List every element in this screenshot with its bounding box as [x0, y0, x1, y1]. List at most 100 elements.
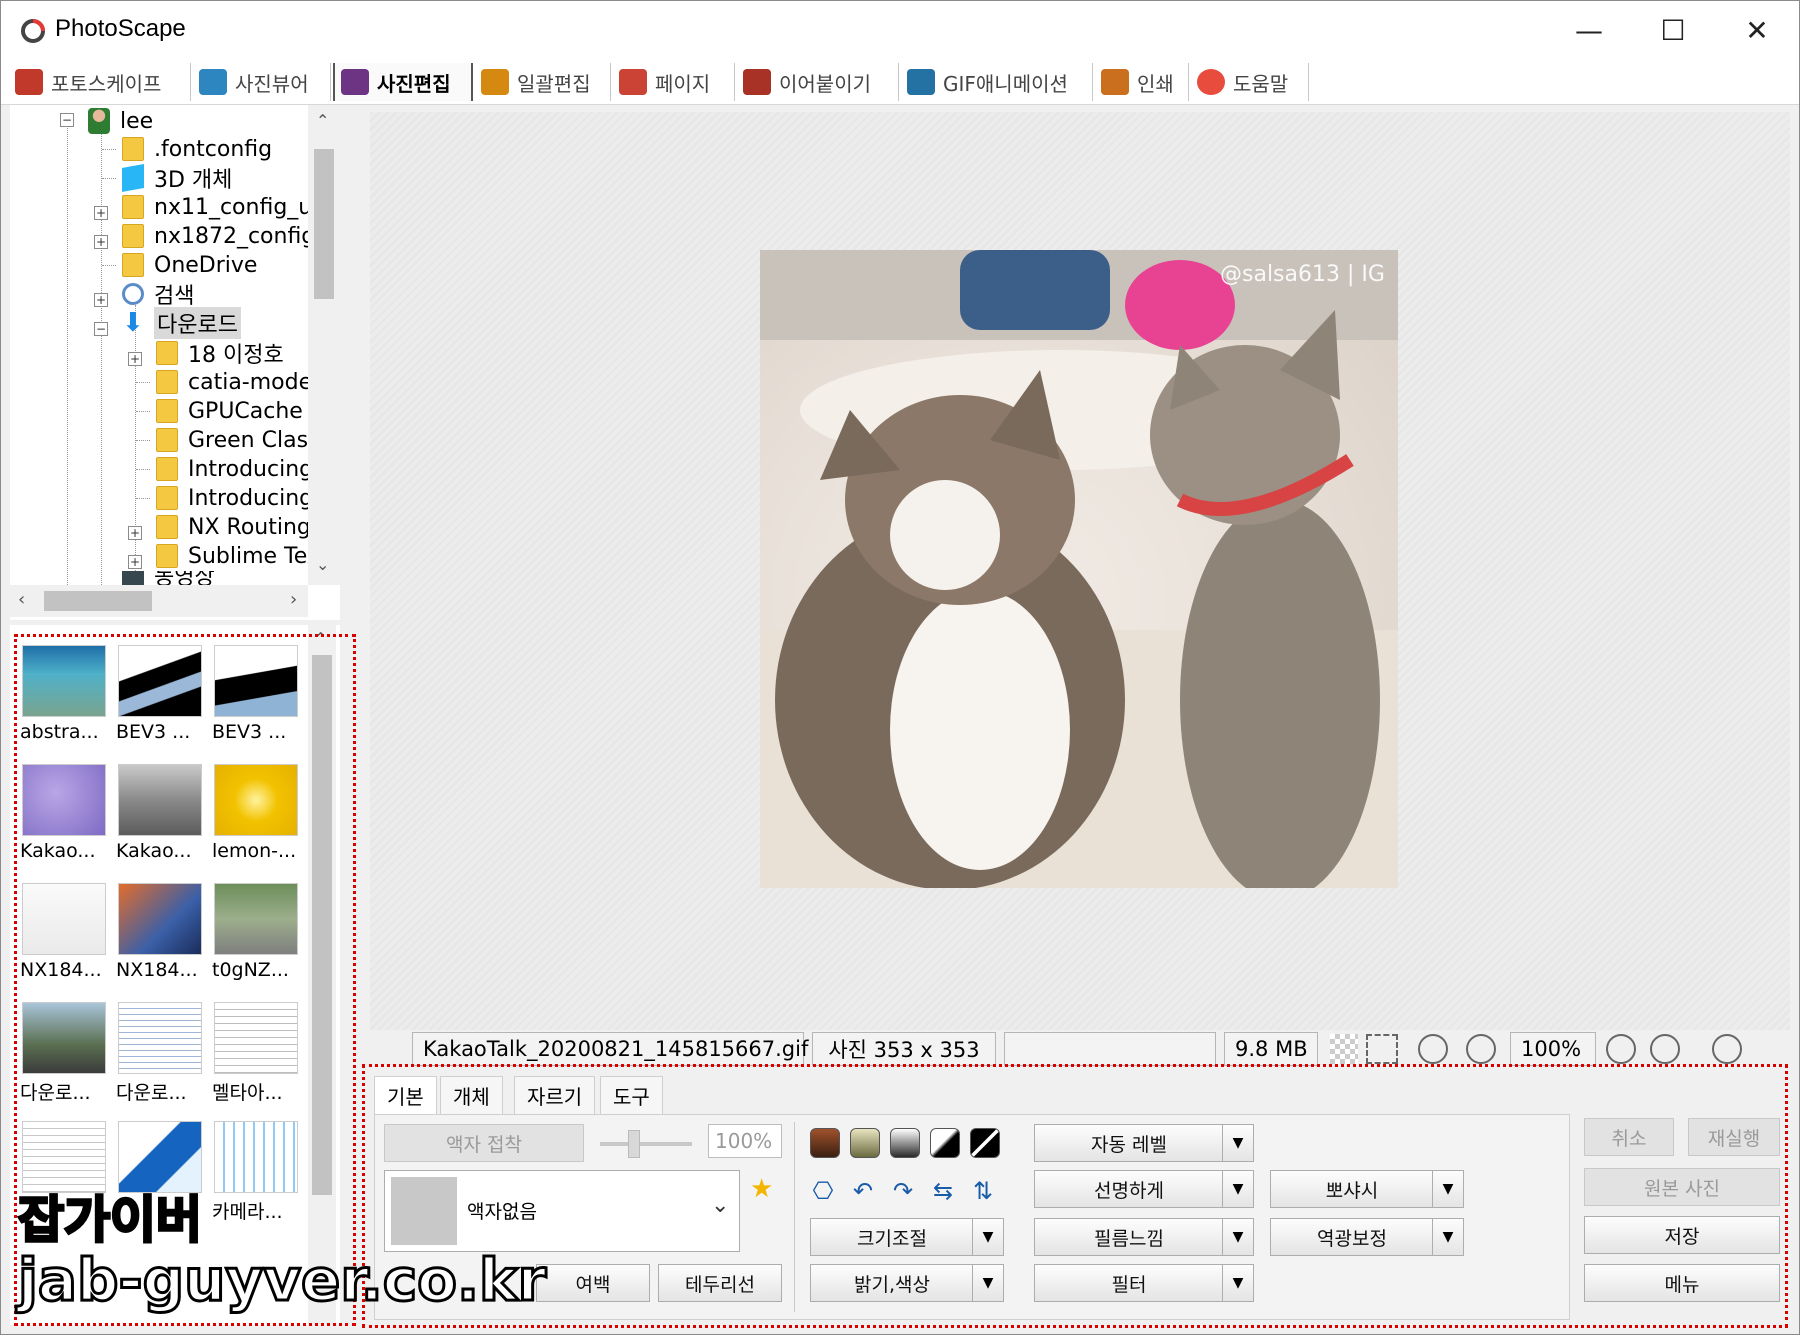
editor-icon — [341, 69, 369, 95]
viewer-icon — [199, 69, 227, 95]
tab-combine[interactable]: 이어붙이기 — [737, 63, 899, 101]
collapse-icon[interactable]: − — [60, 113, 74, 127]
tree-line — [101, 125, 102, 605]
tab-editor[interactable]: 사진편집 — [333, 63, 473, 101]
tree-node[interactable]: 3D 개체 — [122, 164, 233, 193]
tree-label: Green Classi — [188, 427, 326, 453]
help-icon — [1197, 69, 1225, 95]
tree-node-partial[interactable]: 동영상 — [122, 571, 215, 585]
tab-viewer[interactable]: 사진뷰어 — [193, 63, 331, 101]
status-empty — [1004, 1032, 1216, 1066]
tab-help[interactable]: 도움말 — [1191, 63, 1309, 101]
folder-icon — [122, 137, 144, 161]
scroll-left-icon[interactable]: ‹ — [18, 589, 25, 610]
tab-label: 도움말 — [1233, 71, 1289, 96]
scroll-up-icon[interactable]: ⌃ — [316, 111, 329, 130]
tree-node[interactable]: 검색 — [122, 280, 195, 309]
minimize-button[interactable]: — — [1547, 1, 1631, 59]
tree-node-downloads[interactable]: ⬇ 다운로드 — [122, 307, 241, 339]
tab-label: 인쇄 — [1137, 71, 1174, 96]
tab-label: 일괄편집 — [517, 71, 591, 96]
expand-icon[interactable]: + — [128, 526, 142, 540]
tree-node[interactable]: NX Routing_ — [156, 513, 322, 541]
tree-label: 3D 개체 — [154, 168, 233, 193]
folder-icon — [156, 457, 178, 481]
tree-label: .fontconfig — [154, 136, 273, 162]
scroll-right-icon[interactable]: › — [290, 589, 297, 610]
tree-line — [136, 382, 150, 383]
search-icon — [122, 283, 144, 305]
scroll-thumb[interactable] — [314, 149, 334, 299]
transparency-icon[interactable] — [1330, 1034, 1358, 1064]
expand-icon[interactable]: + — [94, 235, 108, 249]
fit-screen-icon[interactable] — [1366, 1034, 1398, 1064]
gif-icon — [907, 69, 935, 95]
folder-icon — [122, 224, 144, 248]
collapse-icon[interactable]: − — [94, 322, 108, 336]
highlight-editor-area — [362, 1064, 1788, 1328]
actual-size-icon[interactable] — [1418, 1034, 1448, 1064]
expand-icon[interactable]: + — [94, 293, 108, 307]
print-icon — [1101, 69, 1129, 95]
expand-icon[interactable]: + — [94, 206, 108, 220]
tree-label: Introducing — [188, 485, 314, 511]
tree-node[interactable]: nx11_config_us — [122, 193, 324, 221]
status-dimensions: 사진 353 x 353 — [812, 1032, 996, 1066]
photoscape-icon — [15, 69, 43, 95]
folder-icon — [156, 544, 178, 568]
expand-icon[interactable]: + — [128, 555, 142, 569]
photo-image[interactable]: @salsa613 | IG — [760, 250, 1398, 888]
scroll-down-icon[interactable]: ⌄ — [316, 555, 329, 574]
user-icon — [88, 108, 110, 134]
tab-label: GIF애니메이션 — [943, 71, 1068, 96]
tree-node[interactable]: OneDrive — [122, 251, 257, 279]
tab-gif[interactable]: GIF애니메이션 — [901, 63, 1093, 101]
scroll-thumb[interactable] — [44, 591, 152, 611]
tab-label: 포토스케이프 — [51, 71, 162, 96]
tree-line — [67, 125, 68, 605]
expand-icon[interactable]: + — [128, 352, 142, 366]
tree-node[interactable]: Sublime Tex — [156, 542, 320, 570]
module-tab-bar: 포토스케이프 사진뷰어 사진편집 일괄편집 페이지 이어붙이기 GIF애니메이션… — [1, 59, 1799, 105]
zoom-in-icon[interactable] — [1606, 1034, 1636, 1064]
tree-label: OneDrive — [154, 252, 258, 278]
tree-label: nx11_config_us — [154, 194, 324, 220]
tree-vertical-scrollbar[interactable]: ⌃ ⌄ — [308, 105, 340, 585]
tab-label: 사진편집 — [377, 71, 451, 96]
tree-label: NX Routing_ — [188, 514, 322, 540]
tree-label: 검색 — [154, 284, 195, 309]
tree-line — [102, 265, 116, 266]
tab-print[interactable]: 인쇄 — [1095, 63, 1189, 101]
tree-line — [135, 305, 136, 595]
tree-node[interactable]: nx1872_config_ — [122, 222, 326, 250]
zoom-fit-icon[interactable] — [1466, 1034, 1496, 1064]
zoom-out-icon[interactable] — [1650, 1034, 1680, 1064]
tree-node-root[interactable]: lee — [88, 107, 153, 135]
status-filesize: 9.8 MB — [1224, 1032, 1318, 1066]
tree-node[interactable]: .fontconfig — [122, 135, 272, 163]
tree-node[interactable]: GPUCache — [156, 397, 303, 425]
tab-photoscape[interactable]: 포토스케이프 — [9, 63, 191, 101]
tree-line — [102, 178, 116, 179]
tree-line — [102, 149, 116, 150]
tab-batch[interactable]: 일괄편집 — [475, 63, 611, 101]
tree-node[interactable]: catia-model- — [156, 368, 326, 396]
folder-icon — [122, 253, 144, 277]
close-button[interactable]: ✕ — [1715, 1, 1799, 59]
tree-line — [136, 469, 150, 470]
folder-icon — [122, 195, 144, 219]
photo-watermark: @salsa613 | IG — [1220, 262, 1385, 287]
maximize-button[interactable]: ☐ — [1631, 1, 1715, 59]
tree-horizontal-scrollbar[interactable]: ‹ › — [10, 585, 308, 617]
title-bar: PhotoScape — ☐ ✕ — [1, 1, 1799, 59]
tree-label: Sublime Tex — [188, 543, 320, 569]
tree-node[interactable]: Introducing — [156, 484, 313, 512]
tree-node[interactable]: Introducing — [156, 455, 313, 483]
tree-node[interactable]: Green Classi — [156, 426, 326, 454]
tree-line — [136, 498, 150, 499]
tree-node[interactable]: 18 이정호 — [156, 339, 284, 368]
status-zoom: 100% — [1510, 1032, 1596, 1066]
tab-page[interactable]: 페이지 — [613, 63, 735, 101]
tree-line — [136, 440, 150, 441]
info-icon[interactable] — [1712, 1034, 1742, 1064]
